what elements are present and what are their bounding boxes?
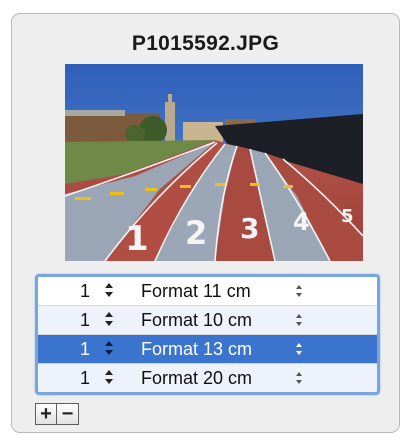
quantity-stepper-icon[interactable] [104,282,114,298]
quantity-stepper-icon[interactable] [104,311,114,327]
format-popup-arrows-icon[interactable] [294,283,304,299]
svg-text:2: 2 [185,214,207,252]
svg-text:5: 5 [341,206,354,227]
quantity-value[interactable]: 1 [80,335,90,363]
add-format-button[interactable]: + [35,403,57,425]
svg-text:1: 1 [125,219,149,259]
format-row-selected[interactable]: 1 Format 13 cm [38,335,377,364]
quantity-value[interactable]: 1 [80,364,90,392]
format-label: Format 11 cm [141,281,251,301]
quantity-value[interactable]: 1 [80,306,90,334]
format-row[interactable]: 1 Format 10 cm [38,306,377,335]
quantity-stepper-icon[interactable] [104,369,114,385]
remove-format-button[interactable]: − [57,403,79,425]
format-popup-arrows-icon[interactable] [294,312,304,328]
format-popup-arrows-icon[interactable] [294,341,304,357]
format-label: Format 10 cm [141,310,253,330]
add-remove-controls: + − [35,403,79,425]
print-format-list[interactable]: 1 Format 11 cm 1 Format 10 cm 1 Format 1… [35,274,380,395]
photo-thumbnail: 1 2 3 4 5 [65,64,363,261]
format-popup-arrows-icon[interactable] [294,370,304,386]
photo-filename: P1015592.JPG [131,32,280,55]
format-label: Format 20 cm [141,368,253,388]
photo-order-panel: P1015592.JPG 1 2 3 4 5 1 Format 11 cm 1 … [11,13,400,433]
quantity-value[interactable]: 1 [80,277,90,305]
format-label: Format 13 cm [141,339,253,359]
quantity-stepper-icon[interactable] [104,340,114,356]
format-row[interactable]: 1 Format 11 cm [38,277,377,306]
svg-text:3: 3 [240,212,259,245]
format-row[interactable]: 1 Format 20 cm [38,364,377,392]
svg-text:4: 4 [293,208,310,236]
